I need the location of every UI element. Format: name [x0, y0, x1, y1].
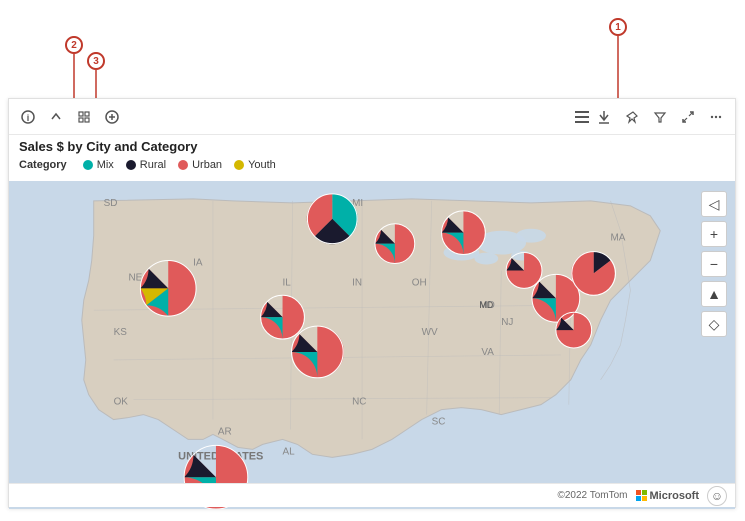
- expand-button[interactable]: [677, 106, 699, 128]
- ms-squares-icon: [636, 490, 647, 501]
- svg-text:OH: OH: [412, 277, 427, 288]
- info-button[interactable]: i: [17, 106, 39, 128]
- svg-text:i: i: [27, 113, 30, 123]
- card-footer: ©2022 TomTom Microsoft ☺: [9, 483, 735, 507]
- svg-text:NE: NE: [128, 272, 142, 283]
- annotation-1: 1: [609, 18, 627, 36]
- map-controls: ◁ + − ▲ ◇: [701, 191, 727, 337]
- svg-text:WV: WV: [422, 327, 438, 338]
- collapse-map-button[interactable]: ◁: [701, 191, 727, 217]
- legend-item-mix: Mix: [83, 159, 114, 171]
- feedback-button[interactable]: ☺: [707, 486, 727, 506]
- map-area[interactable]: NE IA IL IN OH KS KY WV NJ MD VA NC SC O…: [9, 181, 735, 509]
- annotation-arrows: [0, 0, 745, 100]
- download-button[interactable]: [593, 106, 615, 128]
- toolbar-center: [571, 107, 593, 127]
- scroll-up-button[interactable]: [45, 106, 67, 128]
- annotation-3: 3: [87, 52, 105, 70]
- locate-button[interactable]: ◇: [701, 311, 727, 337]
- add-button[interactable]: [101, 106, 123, 128]
- svg-text:IL: IL: [283, 277, 292, 288]
- svg-text:SD: SD: [104, 198, 118, 209]
- legend-text-rural: Rural: [140, 159, 166, 171]
- toolbar-right: [593, 106, 727, 128]
- grid-button[interactable]: [73, 106, 95, 128]
- annotation-2: 2: [65, 36, 83, 54]
- legend-item-urban: Urban: [178, 159, 222, 171]
- svg-text:KS: KS: [114, 327, 128, 338]
- zoom-out-button[interactable]: −: [701, 251, 727, 277]
- svg-text:AL: AL: [283, 446, 296, 457]
- north-button[interactable]: ▲: [701, 281, 727, 307]
- more-options-button[interactable]: [705, 106, 727, 128]
- svg-text:IA: IA: [193, 257, 203, 268]
- svg-text:MA: MA: [611, 233, 626, 244]
- legend-dot-urban: [178, 160, 188, 170]
- legend-text-mix: Mix: [97, 159, 114, 171]
- page-container: 1 2 3 i: [0, 0, 745, 521]
- menu-icon[interactable]: [571, 107, 593, 127]
- copyright-text: ©2022 TomTom: [558, 490, 628, 501]
- legend-dot-rural: [126, 160, 136, 170]
- legend-dot-mix: [83, 160, 93, 170]
- brand-label: Microsoft: [650, 490, 700, 502]
- svg-text:MD: MD: [479, 300, 493, 310]
- microsoft-logo: Microsoft: [636, 490, 700, 502]
- zoom-in-button[interactable]: +: [701, 221, 727, 247]
- svg-text:AR: AR: [218, 426, 232, 437]
- legend-item-rural: Rural: [126, 159, 166, 171]
- svg-text:NJ: NJ: [501, 317, 513, 328]
- svg-text:OK: OK: [114, 397, 129, 408]
- chart-title: Sales $ by City and Category: [19, 139, 197, 154]
- legend-text-urban: Urban: [192, 159, 222, 171]
- card-toolbar: i: [9, 99, 735, 135]
- us-map-svg: NE IA IL IN OH KS KY WV NJ MD VA NC SC O…: [9, 181, 735, 509]
- legend-item-youth: Youth: [234, 159, 276, 171]
- filter-button[interactable]: [649, 106, 671, 128]
- legend-dot-youth: [234, 160, 244, 170]
- svg-text:IN: IN: [352, 277, 362, 288]
- chart-legend: Category Mix Rural Urban Youth: [19, 159, 276, 171]
- svg-text:NC: NC: [352, 397, 366, 408]
- visual-card: i: [8, 98, 736, 508]
- pin-button[interactable]: [621, 106, 643, 128]
- svg-text:VA: VA: [481, 347, 494, 358]
- legend-text-youth: Youth: [248, 159, 276, 171]
- legend-label: Category: [19, 159, 67, 171]
- svg-text:SC: SC: [432, 417, 446, 428]
- toolbar-left: i: [17, 106, 571, 128]
